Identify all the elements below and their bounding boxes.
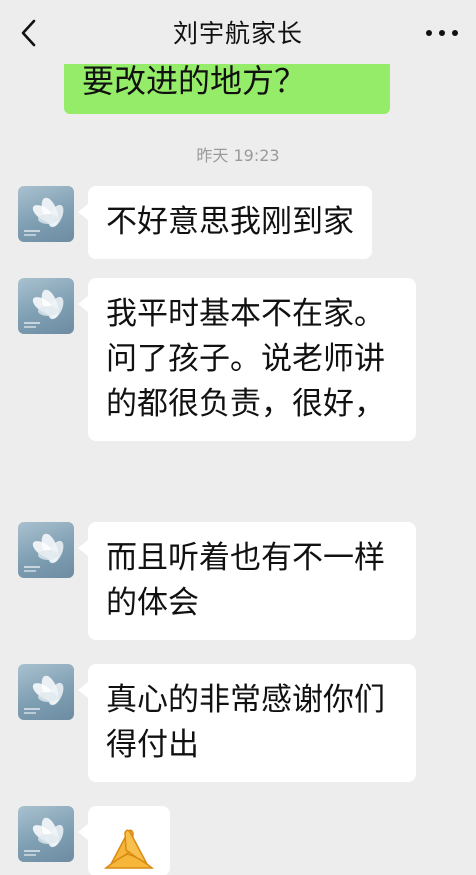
message-text: 而且听着也有不一样的体会	[106, 540, 385, 621]
lotus-avatar-image	[24, 675, 64, 714]
lotus-avatar-image	[24, 817, 64, 856]
folded-hands-emoji	[103, 829, 155, 869]
lotus-avatar-image	[24, 533, 64, 572]
contact-avatar[interactable]	[18, 522, 74, 578]
more-dots-icon	[426, 30, 432, 36]
lotus-avatar-image	[24, 197, 64, 236]
message-bubble[interactable]: 而且听着也有不一样的体会	[78, 522, 416, 640]
chevron-left-icon	[21, 19, 36, 47]
message-text: 我平时基本不在家。问了孩子。说老师讲的都很负责，很好，	[106, 296, 385, 422]
message-bubble[interactable]: 真心的非常感谢你们得付出	[78, 664, 416, 782]
contact-avatar[interactable]	[18, 278, 74, 334]
message-text: 真心的非常感谢你们得付出	[106, 682, 385, 763]
message-timestamp: 昨天 19:23	[196, 146, 280, 165]
chat-screen: 刘宇航家长 要改进的地方？ 昨天 19:23 不好意思我刚到家 我平时基本不在家…	[0, 0, 476, 875]
message-bubble[interactable]	[78, 806, 170, 875]
back-button[interactable]	[14, 16, 44, 50]
contact-avatar[interactable]	[18, 664, 74, 720]
chat-header: 刘宇航家长	[0, 0, 476, 64]
chat-title: 刘宇航家长	[172, 19, 303, 48]
contact-avatar[interactable]	[18, 806, 74, 862]
message-text: 不好意思我刚到家	[106, 204, 354, 240]
message-bubble[interactable]: 我平时基本不在家。问了孩子。说老师讲的都很负责，很好，	[78, 278, 416, 441]
lotus-avatar-image	[24, 289, 64, 328]
contact-avatar[interactable]	[18, 186, 74, 242]
sent-message-text: 要改进的地方？	[82, 62, 307, 100]
more-button[interactable]	[426, 22, 458, 44]
message-bubble[interactable]: 不好意思我刚到家	[78, 186, 372, 259]
